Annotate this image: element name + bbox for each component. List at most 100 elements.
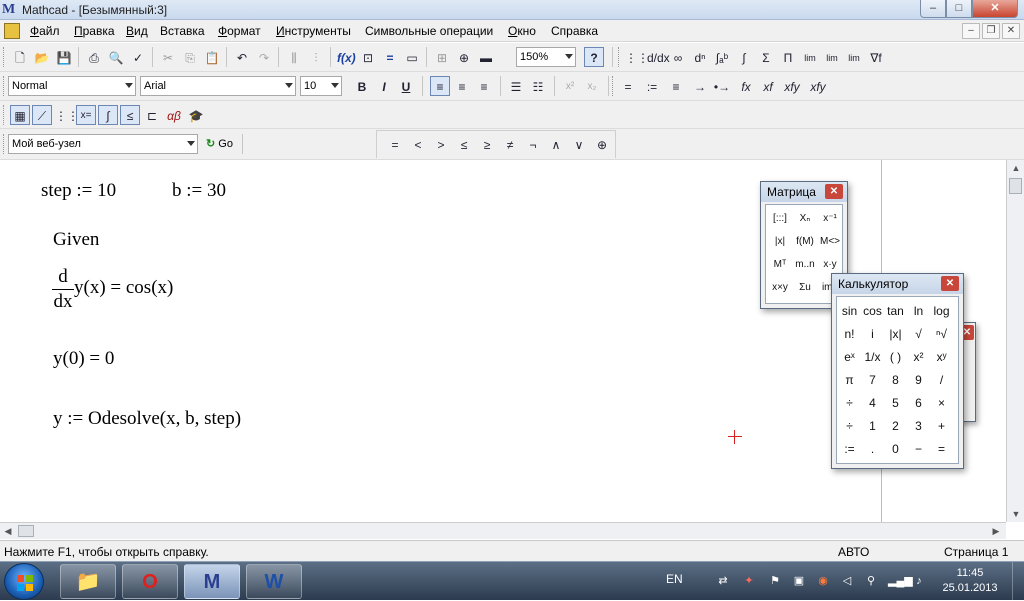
calculator-button-6[interactable]: i xyxy=(861,323,884,345)
bold-button[interactable]: B xyxy=(352,76,372,96)
nth-derivative-icon[interactable]: dⁿ xyxy=(690,47,710,67)
menu-item-8[interactable]: Справка xyxy=(551,24,598,38)
clock[interactable]: 11:45 25.01.2013 xyxy=(940,566,1000,596)
calculator-button-32[interactable]: 0 xyxy=(884,438,907,460)
superscript-button[interactable]: x² xyxy=(560,76,580,96)
calculator-button-19[interactable]: / xyxy=(930,369,953,391)
help-button[interactable]: ? xyxy=(584,47,604,67)
scroll-up-icon[interactable]: ▲ xyxy=(1008,160,1024,176)
calculator-button-27[interactable]: 2 xyxy=(884,415,907,437)
vertical-scroll-thumb[interactable] xyxy=(1009,178,1022,194)
align-down-icon[interactable]: ⫶ xyxy=(306,47,326,67)
calculator-button-30[interactable]: := xyxy=(838,438,861,460)
boolean-button-2[interactable]: > xyxy=(431,134,451,154)
zoom-select[interactable]: 150% xyxy=(516,47,576,67)
calculator-button-15[interactable]: π xyxy=(838,369,861,391)
maximize-button[interactable]: □ xyxy=(946,0,972,18)
insert-function-icon[interactable]: f(x) xyxy=(336,47,356,67)
redo-icon[interactable]: ↷ xyxy=(254,47,274,67)
taskbar-explorer[interactable]: 📁 xyxy=(60,564,116,599)
calculator-button-11[interactable]: 1/x xyxy=(861,346,884,368)
scroll-left-icon[interactable]: ◀ xyxy=(0,523,16,539)
calculator-button-8[interactable]: √ xyxy=(907,323,930,345)
treefix-operator-button[interactable]: xfy xyxy=(806,76,830,96)
window-icon[interactable]: ▬ xyxy=(476,47,496,67)
keyword-eval-button[interactable]: •→ xyxy=(712,76,732,96)
evaluate-button[interactable]: = xyxy=(618,76,638,96)
cut-icon[interactable]: ✂ xyxy=(158,47,178,67)
calculator-button-17[interactable]: 8 xyxy=(884,369,907,391)
boolean-button-4[interactable]: ≥ xyxy=(477,134,497,154)
given-keyword[interactable]: Given xyxy=(53,229,99,251)
calculator-button-29[interactable]: + xyxy=(930,415,953,437)
align-right-icon[interactable]: ≡ xyxy=(474,76,494,96)
matrix-palette-close-icon[interactable]: ✕ xyxy=(825,184,843,199)
boolean-button-6[interactable]: ¬ xyxy=(523,134,543,154)
calculator-button-3[interactable]: ln xyxy=(907,300,930,322)
matrix-button-9[interactable]: x×y xyxy=(769,277,791,298)
resource-url-select[interactable]: Мой веб-узел xyxy=(8,134,198,154)
global-define-button[interactable]: ≡ xyxy=(666,76,686,96)
calculator-button-2[interactable]: tan xyxy=(884,300,907,322)
subscript-button[interactable]: x₂ xyxy=(582,76,602,96)
network-icon[interactable]: ⊕ xyxy=(454,47,474,67)
calculator-button-18[interactable]: 9 xyxy=(907,369,930,391)
calculator-button-4[interactable]: log xyxy=(930,300,953,322)
tray-speaker-mute-icon[interactable]: ◁ xyxy=(840,574,854,588)
save-icon[interactable]: 💾 xyxy=(54,47,74,67)
derivative-fraction[interactable]: d dx xyxy=(52,266,74,313)
insert-component-icon[interactable]: ▭ xyxy=(402,47,422,67)
calculator-button-34[interactable]: = xyxy=(930,438,953,460)
limit-right-icon[interactable]: lim xyxy=(822,47,842,67)
language-indicator[interactable]: EN xyxy=(666,572,683,586)
boolean-button-3[interactable]: ≤ xyxy=(454,134,474,154)
calculator-button-25[interactable]: ÷ xyxy=(838,415,861,437)
align-left-icon[interactable]: ≡ xyxy=(430,76,450,96)
scroll-right-icon[interactable]: ▶ xyxy=(988,523,1004,539)
calculator-button-0[interactable]: sin xyxy=(838,300,861,322)
infinity-icon[interactable]: ∞ xyxy=(668,47,688,67)
italic-button[interactable]: I xyxy=(374,76,394,96)
summation-icon[interactable]: Σ xyxy=(756,47,776,67)
calculator-button-7[interactable]: |x| xyxy=(884,323,907,345)
tray-network-icon[interactable]: ⇄ xyxy=(716,574,730,588)
calculator-button-31[interactable]: . xyxy=(861,438,884,460)
matrix-button-2[interactable]: x⁻¹ xyxy=(819,208,841,229)
new-document-icon[interactable]: 🗋 xyxy=(10,47,30,67)
matrix-button-10[interactable]: Σu xyxy=(794,277,816,298)
calculate-icon[interactable]: = xyxy=(380,47,400,67)
print-icon[interactable]: ⎙ xyxy=(84,47,104,67)
matrix-dots-icon[interactable]: ⋮⋮ xyxy=(624,47,649,67)
font-select[interactable]: Arial xyxy=(140,76,296,96)
calculator-button-22[interactable]: 5 xyxy=(884,392,907,414)
calculator-button-20[interactable]: ÷ xyxy=(838,392,861,414)
calculator-button-1[interactable]: cos xyxy=(861,300,884,322)
print-preview-icon[interactable]: 🔍 xyxy=(106,47,126,67)
matrix-button-3[interactable]: |x| xyxy=(769,231,791,252)
menu-item-6[interactable]: Символьные операции xyxy=(365,24,493,38)
initial-condition[interactable]: y(0) = 0 xyxy=(53,348,114,370)
vertical-scrollbar[interactable]: ▲ ▼ xyxy=(1006,160,1024,522)
bullet-list-icon[interactable]: ☰ xyxy=(506,76,526,96)
symbolic-integral-icon[interactable]: ∫ xyxy=(734,47,754,67)
boolean-button-0[interactable]: = xyxy=(385,134,405,154)
derivative-icon[interactable]: d/dx xyxy=(646,47,670,67)
infix-operator-button[interactable]: xfy xyxy=(780,76,804,96)
numbered-list-icon[interactable]: ☷ xyxy=(528,76,548,96)
tray-app-icon[interactable]: ✦ xyxy=(742,574,756,588)
ode-equation[interactable]: y(x) = cos(x) xyxy=(74,277,173,299)
menu-item-4[interactable]: Формат xyxy=(218,24,261,38)
go-button[interactable]: ↻ Go xyxy=(206,134,233,154)
close-button[interactable]: ✕ xyxy=(972,0,1018,18)
graph-icon[interactable]: ⟋ xyxy=(32,105,52,125)
insert-unit-icon[interactable]: ⊡ xyxy=(358,47,378,67)
taskbar-opera[interactable]: O xyxy=(122,564,178,599)
matrix-button-8[interactable]: x·y xyxy=(819,254,841,275)
calculator-button-10[interactable]: eˣ xyxy=(838,346,861,368)
calculator-palette-close-icon[interactable]: ✕ xyxy=(941,276,959,291)
postfix-operator-button[interactable]: xf xyxy=(758,76,778,96)
calculator-button-28[interactable]: 3 xyxy=(907,415,930,437)
menu-item-3[interactable]: Вставка xyxy=(160,24,205,38)
b-definition[interactable]: b := 30 xyxy=(172,180,226,202)
align-center-icon[interactable]: ≡ xyxy=(452,76,472,96)
